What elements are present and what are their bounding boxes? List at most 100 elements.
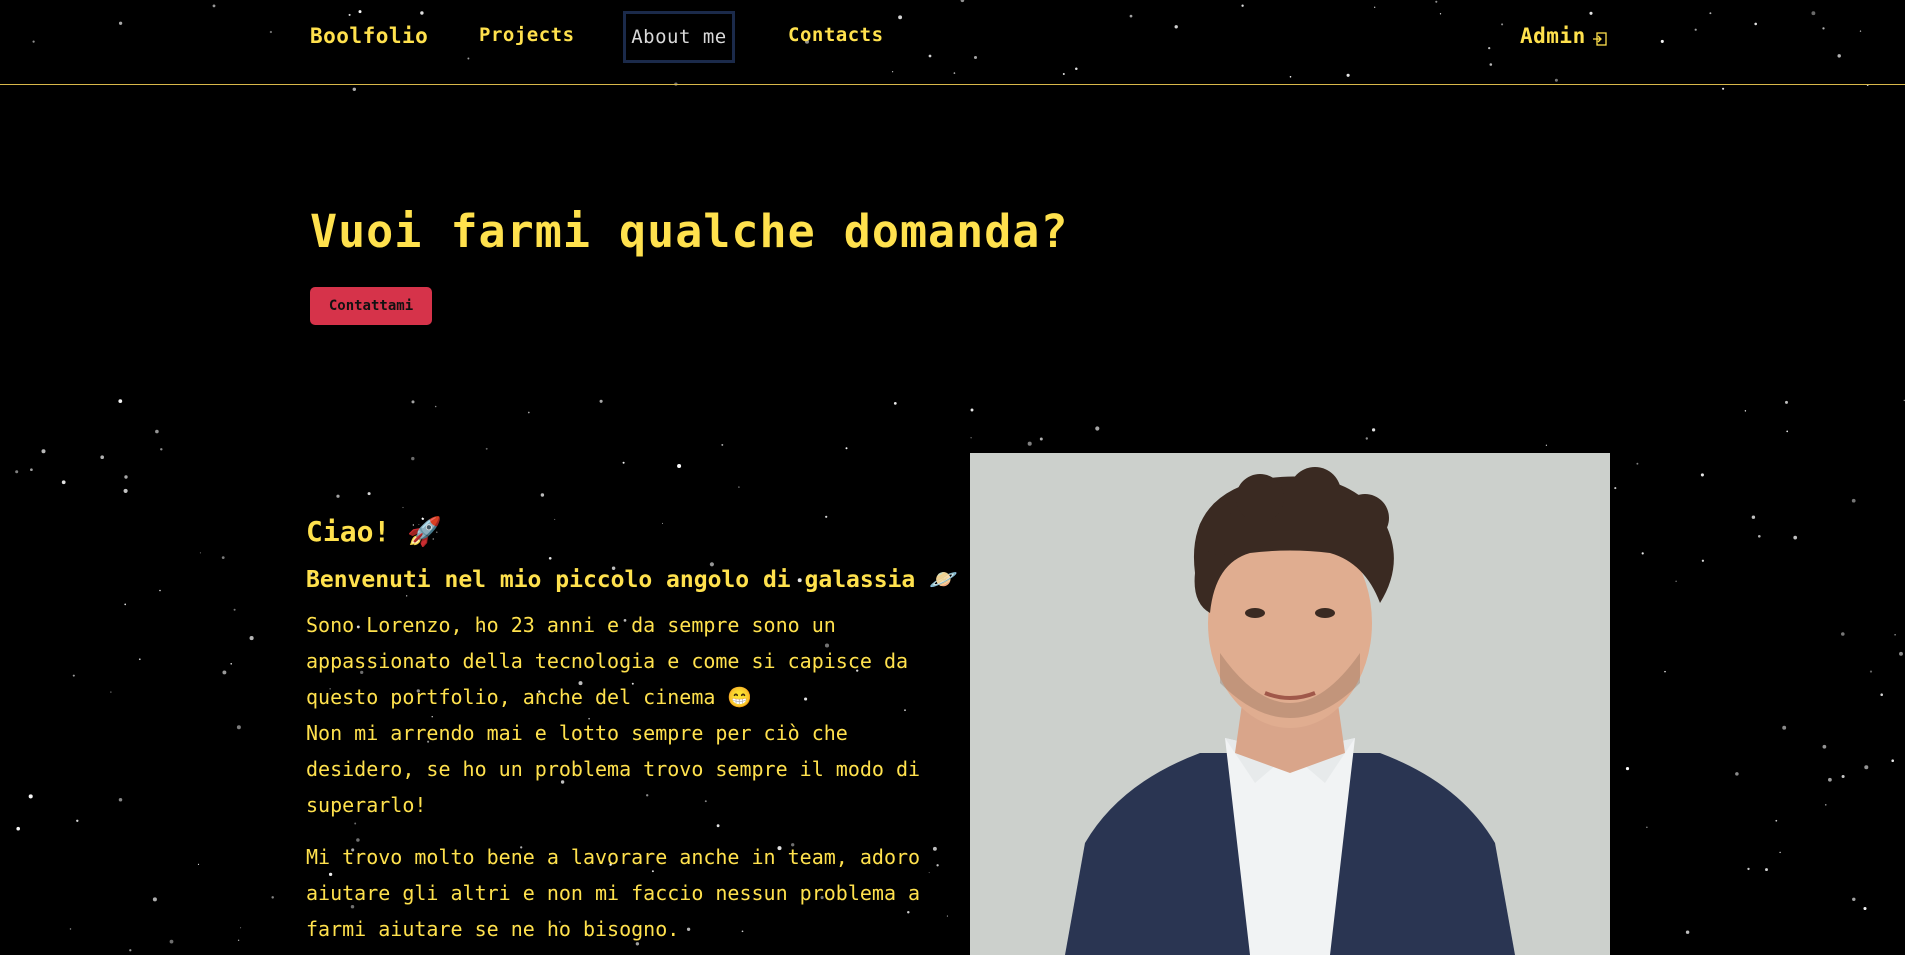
- star: [1545, 444, 1548, 446]
- star: [1636, 462, 1639, 465]
- star: [16, 826, 20, 831]
- star: [240, 927, 242, 929]
- star: [118, 797, 123, 802]
- nav-contacts-link[interactable]: Contacts: [788, 24, 884, 46]
- star: [155, 429, 159, 434]
- star: [336, 494, 340, 498]
- star: [928, 872, 930, 874]
- star: [845, 447, 848, 450]
- star: [1891, 759, 1894, 762]
- star: [1751, 515, 1756, 519]
- star: [1894, 633, 1896, 636]
- star: [197, 863, 200, 866]
- star: [1841, 774, 1845, 779]
- star: [1735, 772, 1739, 776]
- star: [271, 896, 274, 899]
- star: [411, 456, 415, 461]
- star: [1851, 498, 1856, 503]
- star: [1641, 552, 1644, 555]
- star: [1027, 441, 1032, 446]
- star: [1757, 534, 1761, 538]
- about-subtitle: Benvenuti nel mio piccolo angolo di gala…: [306, 567, 958, 593]
- star: [1825, 804, 1827, 806]
- star: [738, 486, 740, 488]
- starfield-background: [0, 0, 1905, 955]
- star: [1841, 632, 1845, 636]
- star: [1664, 670, 1666, 673]
- star: [1685, 930, 1690, 934]
- star: [152, 897, 157, 902]
- star: [1701, 559, 1705, 562]
- star: [138, 658, 141, 661]
- about-section: Ciao! 🚀 Benvenuti nel mio piccolo angolo…: [306, 515, 958, 955]
- nav-projects-link[interactable]: Projects: [479, 24, 575, 46]
- star: [1722, 87, 1725, 90]
- star: [222, 670, 227, 675]
- star: [1646, 826, 1648, 828]
- star: [123, 488, 128, 493]
- star: [485, 447, 488, 450]
- star: [41, 449, 46, 454]
- star: [169, 939, 174, 944]
- star: [129, 949, 132, 952]
- star: [110, 691, 112, 693]
- about-determination-line: Non mi arrendo mai e lotto sempre per ci…: [306, 721, 921, 817]
- star: [1365, 437, 1369, 440]
- star: [1852, 897, 1856, 902]
- star: [118, 399, 123, 403]
- nav-admin-label: Admin: [1520, 24, 1586, 48]
- star: [230, 663, 232, 665]
- star: [1869, 670, 1873, 673]
- star: [721, 443, 724, 446]
- star: [893, 402, 897, 405]
- star: [527, 411, 530, 414]
- navbar: Boolfolio Projects About me Contacts Adm…: [0, 0, 1905, 85]
- nav-brand[interactable]: Boolfolio: [310, 24, 428, 48]
- star: [249, 636, 254, 641]
- star: [124, 603, 127, 606]
- star: [1785, 400, 1788, 404]
- star: [1782, 725, 1787, 730]
- star: [160, 448, 163, 451]
- nav-about-link[interactable]: About me: [623, 11, 735, 63]
- star: [1822, 744, 1827, 749]
- star: [221, 556, 225, 559]
- star: [946, 915, 948, 917]
- star: [1899, 651, 1903, 656]
- star: [1864, 765, 1869, 770]
- star: [1786, 430, 1789, 433]
- star: [599, 399, 603, 403]
- star: [970, 408, 974, 412]
- about-greeting: Ciao! 🚀: [306, 515, 443, 548]
- star: [352, 87, 357, 92]
- star: [30, 468, 33, 472]
- star: [1371, 428, 1376, 432]
- star: [1793, 535, 1798, 540]
- about-intro-line: Sono Lorenzo, ho 23 anni e da sempre son…: [306, 613, 909, 709]
- profile-photo: [970, 453, 1610, 955]
- star: [677, 463, 682, 469]
- star: [402, 506, 404, 509]
- star: [124, 475, 128, 479]
- star: [100, 455, 105, 460]
- star: [1779, 851, 1781, 854]
- star: [236, 725, 241, 730]
- star: [233, 608, 236, 611]
- star: [1765, 868, 1768, 872]
- star: [1625, 767, 1630, 771]
- star: [1775, 819, 1778, 822]
- star: [1095, 426, 1100, 431]
- star: [932, 846, 937, 851]
- star: [61, 480, 66, 485]
- star: [1614, 487, 1617, 490]
- nav-admin-link[interactable]: Admin: [1520, 24, 1608, 48]
- star: [622, 461, 625, 464]
- login-icon: [1592, 28, 1608, 46]
- contact-button[interactable]: Contattami: [310, 287, 432, 325]
- star: [970, 437, 972, 439]
- star: [199, 552, 201, 554]
- hero-title: Vuoi farmi qualche domanda?: [310, 205, 1069, 258]
- star: [15, 470, 19, 474]
- star: [28, 794, 33, 799]
- star: [76, 819, 79, 822]
